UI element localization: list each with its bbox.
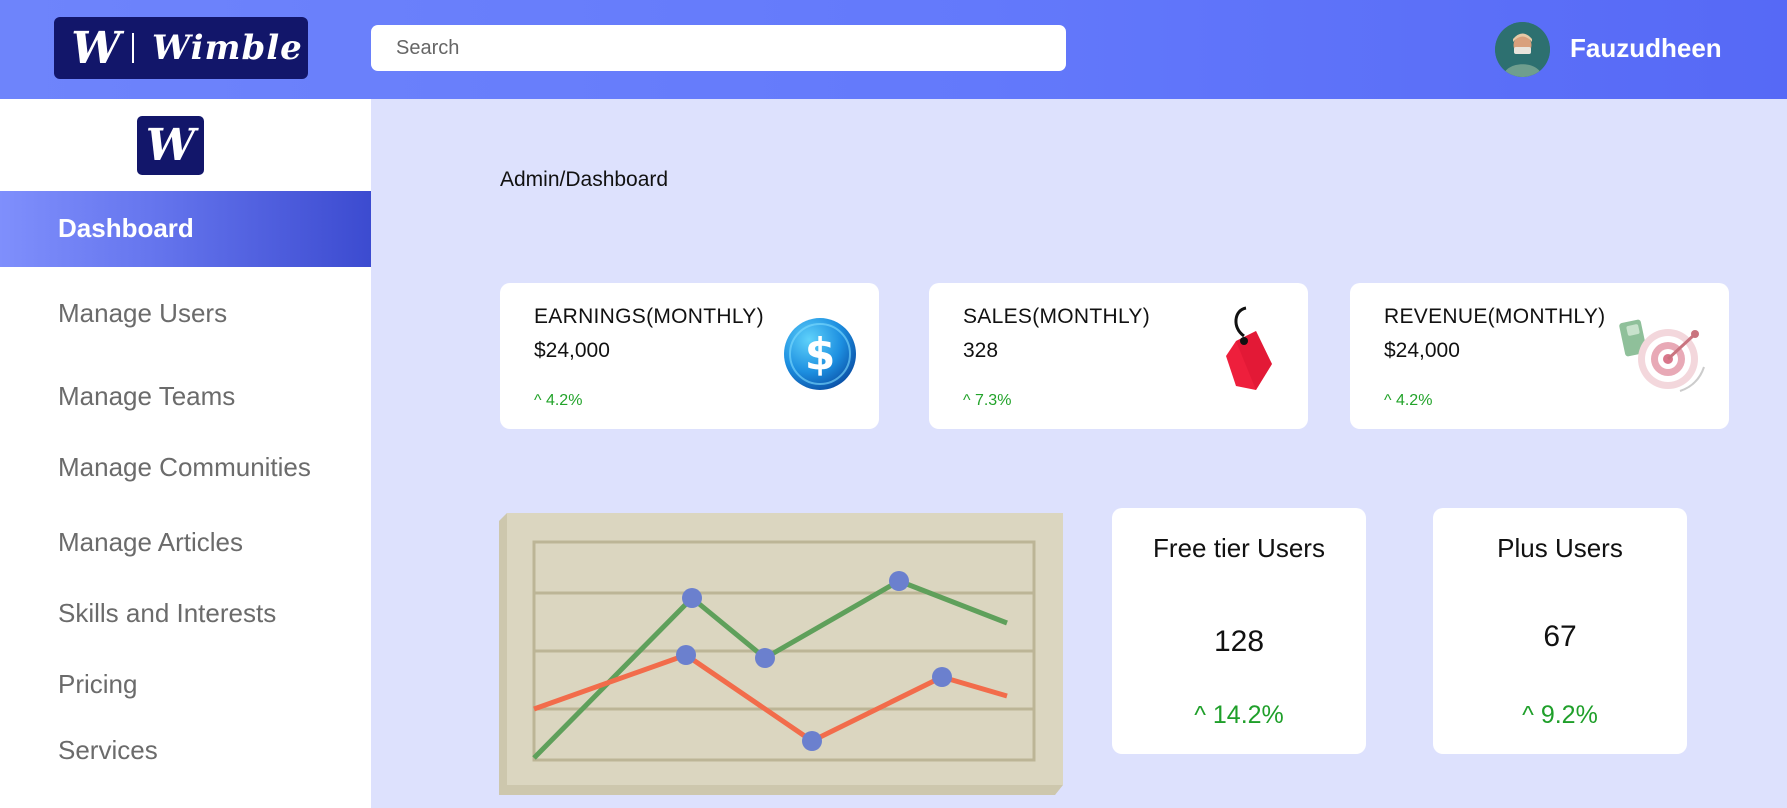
free-tier-users-card: Free tier Users 128 ^ 14.2% (1112, 508, 1366, 754)
sidebar-item-dashboard[interactable]: Dashboard (0, 191, 371, 267)
sidebar-item-manage-communities[interactable]: Manage Communities (58, 452, 311, 483)
stat-title: REVENUE(MONTHLY) (1384, 305, 1606, 328)
stat-change: ^ 4.2% (534, 392, 583, 409)
brand-logo[interactable]: W Wimble (54, 17, 308, 79)
user-card-change: ^ 9.2% (1522, 701, 1598, 729)
user-card-change: ^ 14.2% (1194, 701, 1284, 729)
revenue-card: REVENUE(MONTHLY) $24,000 ^ 4.2% (1350, 283, 1729, 429)
dollar-coin-icon: $ (784, 318, 856, 390)
line-chart-illustration (499, 513, 1063, 795)
sidebar-item-skills-and-interests[interactable]: Skills and Interests (58, 598, 276, 629)
logo-mark: W (71, 22, 121, 74)
plus-users-card: Plus Users 67 ^ 9.2% (1433, 508, 1687, 754)
search-input[interactable] (371, 25, 1066, 71)
sales-card: SALES(MONTHLY) 328 ^ 7.3% (929, 283, 1308, 429)
stat-title: SALES(MONTHLY) (963, 305, 1151, 328)
stat-value: $24,000 (1384, 339, 1460, 362)
stat-title: EARNINGS(MONTHLY) (534, 305, 764, 328)
sidebar: W Dashboard Manage Users Manage Teams Ma… (0, 99, 371, 808)
user-avatar-icon (1495, 22, 1550, 77)
sidebar-item-pricing[interactable]: Pricing (58, 669, 137, 700)
sidebar-item-services[interactable]: Services (58, 735, 158, 766)
logo-wordmark: Wimble (152, 28, 303, 68)
user-card-title: Free tier Users (1153, 533, 1325, 563)
sidebar-item-manage-users[interactable]: Manage Users (58, 298, 227, 329)
stat-change: ^ 4.2% (1384, 392, 1433, 409)
stat-value: 328 (963, 339, 999, 362)
breadcrumb: Admin/Dashboard (500, 168, 669, 191)
sidebar-item-manage-teams[interactable]: Manage Teams (58, 381, 235, 412)
logo-divider (132, 33, 134, 63)
target-money-icon (1619, 319, 1705, 392)
earnings-card: EARNINGS(MONTHLY) $24,000 ^ 4.2% $ (500, 283, 879, 429)
stat-value: $24,000 (534, 339, 610, 362)
user-name[interactable]: Fauzudheen (1570, 33, 1722, 64)
user-card-value: 67 (1543, 620, 1577, 653)
user-card-title: Plus Users (1497, 533, 1623, 563)
user-card-value: 128 (1213, 625, 1265, 658)
sidebar-item-label: Dashboard (58, 213, 194, 243)
stat-change: ^ 7.3% (963, 392, 1012, 409)
sidebar-item-manage-articles[interactable]: Manage Articles (58, 527, 243, 558)
svg-text:$: $ (805, 329, 836, 380)
sidebar-logo-mark[interactable]: W (137, 116, 204, 175)
avatar[interactable] (1495, 22, 1550, 77)
top-bar: W Wimble Fauzudheen (0, 0, 1787, 99)
price-tag-icon (1226, 306, 1272, 390)
